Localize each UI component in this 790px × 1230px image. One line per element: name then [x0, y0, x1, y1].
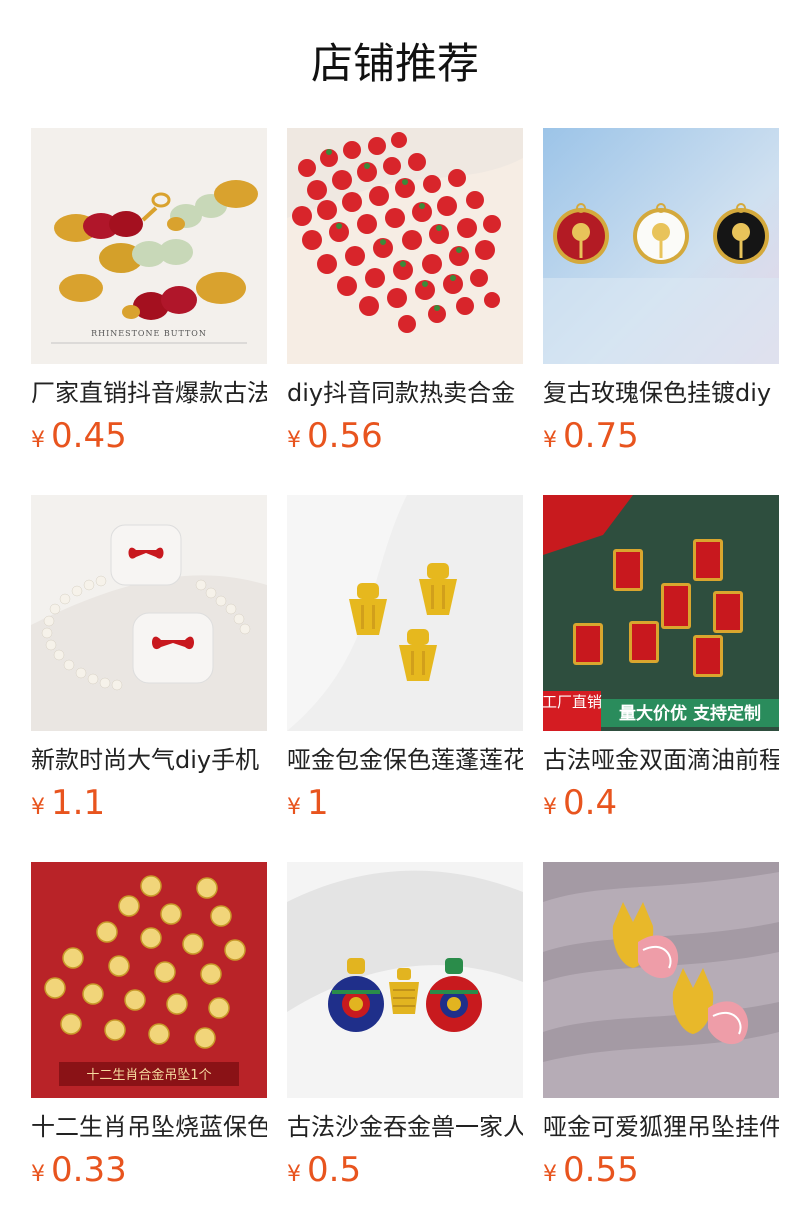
- currency-symbol: ¥: [31, 1162, 45, 1187]
- currency-symbol: ¥: [543, 795, 557, 820]
- product-card[interactable]: 新款时尚大气diy手机 ¥1.1: [31, 495, 267, 835]
- product-title[interactable]: 新款时尚大气diy手机: [31, 743, 267, 777]
- product-price: ¥0.4: [543, 781, 617, 825]
- product-image[interactable]: [543, 862, 779, 1098]
- product-price: ¥0.56: [287, 414, 383, 458]
- product-card[interactable]: 哑金包金保色莲蓬莲花 ¥1: [287, 495, 523, 835]
- product-card[interactable]: 工厂直销 量大价优 支持定制 古法哑金双面滴油前程 ¥0.4: [543, 495, 779, 835]
- page-title: 店铺推荐: [310, 39, 479, 88]
- product-price: ¥0.75: [543, 414, 639, 458]
- currency-symbol: ¥: [287, 428, 301, 453]
- product-title[interactable]: 复古玫瑰保色挂镀diy: [543, 376, 779, 410]
- currency-symbol: ¥: [543, 428, 557, 453]
- product-price: ¥1: [287, 781, 329, 825]
- product-image[interactable]: [31, 495, 267, 731]
- image-caption: 量大价优 支持定制: [619, 703, 761, 724]
- image-badge: 工厂直销: [543, 693, 602, 711]
- product-image[interactable]: [287, 862, 523, 1098]
- product-card[interactable]: 十二生肖合金吊坠1个 十二生肖吊坠烧蓝保色 ¥0.33: [31, 862, 267, 1202]
- currency-symbol: ¥: [543, 1162, 557, 1187]
- product-card[interactable]: RHINESTONE BUTTON 厂家直销抖音爆款古法 ¥0.45: [31, 128, 267, 468]
- product-image[interactable]: [543, 128, 779, 364]
- image-caption: RHINESTONE BUTTON: [91, 329, 207, 338]
- product-price: ¥0.55: [543, 1148, 639, 1192]
- currency-symbol: ¥: [287, 795, 301, 820]
- product-card[interactable]: diy抖音同款热卖合金 ¥0.56: [287, 128, 523, 468]
- price-value: 0.5: [307, 1150, 362, 1190]
- image-caption: 十二生肖合金吊坠1个: [86, 1067, 211, 1083]
- product-card[interactable]: 哑金可爱狐狸吊坠挂件 ¥0.55: [543, 862, 779, 1202]
- price-value: 0.75: [563, 416, 639, 456]
- price-value: 0.56: [307, 416, 383, 456]
- product-title[interactable]: 哑金包金保色莲蓬莲花: [287, 743, 523, 777]
- product-title[interactable]: 厂家直销抖音爆款古法: [31, 376, 267, 410]
- product-price: ¥0.5: [287, 1148, 361, 1192]
- product-title[interactable]: 十二生肖吊坠烧蓝保色: [31, 1110, 267, 1144]
- price-value: 1: [307, 783, 329, 823]
- currency-symbol: ¥: [287, 1162, 301, 1187]
- product-price: ¥0.33: [31, 1148, 127, 1192]
- price-value: 0.55: [563, 1150, 639, 1190]
- product-title[interactable]: 哑金可爱狐狸吊坠挂件: [543, 1110, 779, 1144]
- currency-symbol: ¥: [31, 428, 45, 453]
- product-image[interactable]: 工厂直销 量大价优 支持定制: [543, 495, 779, 731]
- product-image[interactable]: [287, 128, 523, 364]
- price-value: 0.4: [563, 783, 618, 823]
- product-title[interactable]: diy抖音同款热卖合金: [287, 376, 523, 410]
- product-image[interactable]: 十二生肖合金吊坠1个: [31, 862, 267, 1098]
- product-price: ¥0.45: [31, 414, 127, 458]
- product-title[interactable]: 古法哑金双面滴油前程: [543, 743, 779, 777]
- product-title[interactable]: 古法沙金吞金兽一家人: [287, 1110, 523, 1144]
- currency-symbol: ¥: [31, 795, 45, 820]
- product-image[interactable]: RHINESTONE BUTTON: [31, 128, 267, 364]
- product-card[interactable]: 古法沙金吞金兽一家人 ¥0.5: [287, 862, 523, 1202]
- price-value: 0.33: [51, 1150, 127, 1190]
- product-price: ¥1.1: [31, 781, 105, 825]
- price-value: 1.1: [51, 783, 106, 823]
- product-image[interactable]: [287, 495, 523, 731]
- product-card[interactable]: 复古玫瑰保色挂镀diy ¥0.75: [543, 128, 779, 468]
- price-value: 0.45: [51, 416, 127, 456]
